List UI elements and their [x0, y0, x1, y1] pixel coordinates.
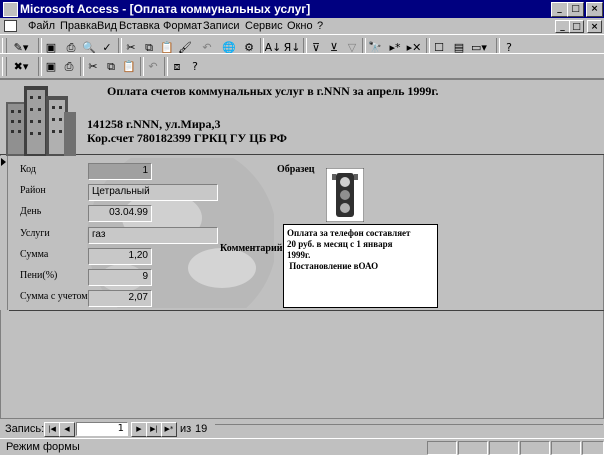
next-record-button[interactable]: ▶ — [131, 422, 147, 437]
comment-label: Комментарий — [220, 243, 283, 254]
toolbar-grip[interactable] — [2, 57, 7, 76]
window-title: Microsoft Access - [Оплата коммунальных … — [20, 2, 311, 16]
total-label: Сумма с учетом — [20, 291, 88, 302]
comment-line: Постановление вОАО — [287, 261, 379, 271]
copy-icon[interactable]: ⧉ — [102, 58, 120, 75]
menu-records[interactable]: Записи — [203, 20, 240, 32]
close-button[interactable]: × — [586, 2, 603, 17]
comment-line: 20 руб. в месяц с 1 января — [287, 239, 393, 249]
access-app-icon[interactable] — [3, 2, 18, 17]
total-field[interactable]: 2,07 — [88, 290, 152, 307]
current-record-arrow-icon — [1, 158, 6, 166]
help-icon[interactable]: ? — [186, 58, 204, 75]
paste-icon[interactable]: 📋 — [120, 58, 138, 75]
district-field[interactable]: Цетральный — [88, 184, 218, 201]
undo-icon[interactable]: ↶ — [144, 58, 162, 75]
child-minimize-button[interactable]: _ — [555, 20, 570, 33]
buildings-image — [6, 86, 76, 156]
child-restore-button[interactable]: □ — [569, 20, 584, 33]
horizontal-scrollbar[interactable] — [215, 424, 603, 436]
services-field[interactable]: газ — [88, 227, 218, 244]
penalty-label: Пени(%) — [20, 270, 58, 281]
print-icon[interactable]: ⎙ — [60, 58, 78, 75]
sum-label: Сумма — [20, 249, 49, 260]
record-selector[interactable] — [0, 156, 8, 310]
code-label: Код — [20, 164, 36, 175]
status-panel — [520, 441, 550, 455]
status-bar: Режим формы — [0, 438, 604, 455]
size-grip[interactable] — [582, 441, 604, 455]
sum-field[interactable]: 1,20 — [88, 248, 152, 265]
windows-icon[interactable]: ⧈ — [168, 58, 186, 75]
maximize-button[interactable]: □ — [567, 2, 584, 17]
formatting-toolbar: ✖▾ ▣ ⎙ ✂ ⧉ 📋 ↶ ⧈ ? — [0, 53, 604, 79]
menu-edit[interactable]: Правка — [60, 20, 97, 32]
menu-insert[interactable]: Вставка — [119, 20, 160, 32]
tools-dropdown-icon[interactable]: ✖▾ — [8, 58, 34, 75]
sample-label: Образец — [277, 164, 315, 175]
record-number-input[interactable]: 1 — [76, 422, 128, 436]
status-panel — [427, 441, 457, 455]
record-total: 19 — [195, 423, 208, 435]
menu-bar: Файл Правка Вид Вставка Формат Записи Се… — [0, 18, 604, 35]
day-label: День — [20, 206, 42, 217]
status-panel — [551, 441, 581, 455]
form-heading: Оплата счетов коммунальных услуг в г.NNN… — [107, 84, 439, 98]
comment-line: 1999г. — [287, 250, 311, 260]
menu-file[interactable]: Файл — [28, 20, 55, 32]
record-of-label: из — [180, 423, 192, 435]
code-field[interactable]: 1 — [88, 163, 152, 180]
comment-line: Оплата за телефон составляет — [287, 228, 411, 238]
district-label: Район — [20, 185, 46, 196]
account-text: Кор.счет 780182399 ГРКЦ ГУ ЦБ РФ — [87, 131, 287, 145]
detail-divider — [9, 310, 604, 311]
minimize-button[interactable]: _ — [551, 2, 568, 17]
child-close-button[interactable]: × — [587, 20, 602, 33]
title-bar: Microsoft Access - [Оплата коммунальных … — [0, 0, 604, 18]
comment-memo[interactable]: Оплата за телефон составляет 20 руб. в м… — [283, 224, 438, 308]
record-label: Запись: — [5, 423, 45, 435]
menu-help[interactable]: ? — [317, 20, 323, 32]
save-icon[interactable]: ▣ — [42, 58, 60, 75]
first-record-button[interactable]: |◀ — [44, 422, 60, 437]
cut-icon[interactable]: ✂ — [84, 58, 102, 75]
menu-window[interactable]: Окно — [287, 20, 313, 32]
form-window-icon[interactable] — [4, 20, 17, 32]
day-field[interactable]: 03.04.99 — [88, 205, 152, 222]
new-record-button[interactable]: ▶* — [161, 422, 177, 437]
status-panel — [489, 441, 519, 455]
menu-format[interactable]: Формат — [163, 20, 202, 32]
menu-tools[interactable]: Сервис — [245, 20, 283, 32]
menu-view[interactable]: Вид — [97, 20, 117, 32]
traffic-light-image — [326, 168, 364, 222]
address-text: 141258 г.NNN, ул.Мира,3 — [87, 117, 221, 131]
penalty-field[interactable]: 9 — [88, 269, 152, 286]
services-label: Услуги — [20, 228, 50, 239]
last-record-button[interactable]: ▶| — [146, 422, 162, 437]
record-navigation-bar: Запись: |◀ ◀ 1 ▶ ▶| ▶* из 19 — [0, 420, 604, 438]
status-text: Режим формы — [6, 441, 80, 453]
previous-record-button[interactable]: ◀ — [59, 422, 75, 437]
status-panel — [458, 441, 488, 455]
